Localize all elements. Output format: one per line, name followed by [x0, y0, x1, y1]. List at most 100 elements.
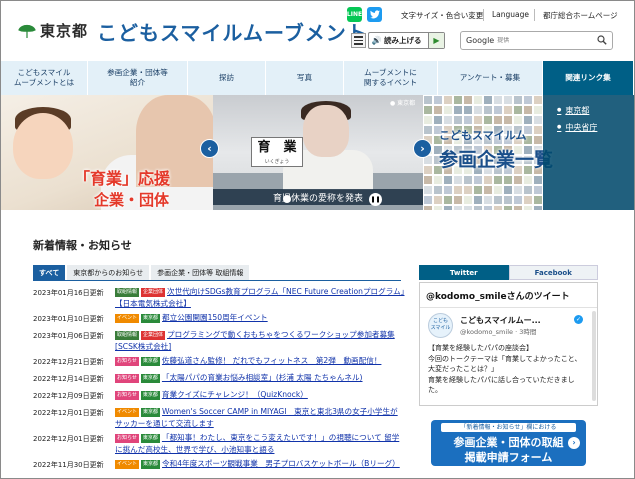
news-tabs: すべて 東京都からのお知らせ 参画企業・団体等 取組情報	[33, 265, 250, 280]
nav-item-label: 参画企業・団体等 紹介	[107, 68, 168, 87]
news-date: 2022年12月01日更新	[33, 409, 104, 417]
nameplate: 育 業 いくぎょう	[251, 137, 303, 167]
search-box: Google	[460, 31, 613, 50]
read-aloud-button[interactable]: 🔊 読み上げる ▶	[368, 32, 445, 49]
news-item: 2022年11月30日更新 イベント 東京都 令和4年度スポーツ観戦事業 男子プロバス…	[33, 458, 405, 470]
play-icon[interactable]: ▶	[428, 33, 444, 48]
carousel-pause-button[interactable]: ❚❚	[369, 193, 382, 206]
category-badge: 取組情報	[115, 288, 140, 297]
application-form-banner[interactable]: 「新着情報・お知らせ」欄における 参画企業・団体の取組 掲載申請フォーム ›	[431, 420, 586, 466]
category-badge: 企業団体	[141, 288, 166, 297]
baby-figure	[13, 113, 73, 179]
related-link-tokyo[interactable]: 東京都	[557, 105, 589, 116]
news-date: 2022年12月21日更新	[33, 358, 104, 366]
category-badge: 東京都	[140, 391, 160, 400]
menu-icon[interactable]	[351, 33, 366, 48]
tab-facebook[interactable]: Facebook	[508, 265, 598, 280]
category-badge: 東京都	[141, 314, 161, 323]
search-input[interactable]	[497, 37, 598, 44]
news-body: お知らせ 東京都 「都知事！わたし、東京をこう変えたいです！」の視聴について 留学に…	[115, 432, 405, 456]
twitter-icon[interactable]	[367, 7, 382, 22]
chevron-right-icon: ›	[568, 437, 580, 449]
global-nav: こどもスマイル ムーブメントとは 参画企業・団体等 紹介 探訪 写真 ムーブメン…	[1, 61, 634, 95]
news-link[interactable]: 都立公園開園150周年イベント	[162, 313, 268, 322]
speaker-icon: 🔊	[371, 36, 382, 45]
nav-item-survey[interactable]: アンケート・募集	[438, 61, 543, 95]
tab-twitter[interactable]: Twitter	[419, 265, 509, 280]
news-date: 2022年12月01日更新	[33, 435, 104, 443]
related-link-ministries[interactable]: 中央省庁	[557, 122, 597, 133]
nav-item-related-links[interactable]: 関連リンク集	[543, 61, 634, 95]
carousel-dot[interactable]	[283, 195, 291, 203]
news-heading: 新着情報・お知らせ	[33, 239, 132, 252]
category-badge: イベント	[115, 408, 140, 417]
category-badge: 東京都	[140, 434, 160, 443]
carousel-next-button[interactable]: ›	[413, 139, 432, 158]
line-icon[interactable]: LINE	[347, 7, 362, 22]
nameplate-sub: いくぎょう	[264, 159, 290, 165]
tab-partner-activities[interactable]: 参画企業・団体等 取組情報	[151, 265, 250, 280]
nav-item-events[interactable]: ムーブメントに 関するイベント	[344, 61, 438, 95]
nav-item-visit[interactable]: 探訪	[188, 61, 266, 95]
banner-line2: 掲載申請フォーム	[464, 451, 553, 464]
news-date: 2023年01月06日更新	[33, 332, 104, 340]
timeline-header: @kodomo_smileさんのツイート	[426, 292, 570, 302]
nav-item-about[interactable]: こどもスマイル ムーブメントとは	[1, 61, 88, 95]
news-link[interactable]: 佐藤弘道さん監修！ だれでもフィットネス 第2弾 動画配信！	[162, 356, 382, 365]
tab-all[interactable]: すべて	[33, 265, 66, 280]
language-link[interactable]: Language	[492, 10, 529, 19]
news-link[interactable]: 「太陽パパの育業お悩み相談室」(杉浦 太陽 たちゃんネル)	[162, 373, 363, 382]
avatar[interactable]: こども スマイル	[428, 313, 453, 338]
tokyo-badge: ● 東京都	[390, 100, 416, 107]
news-date: 2023年01月16日更新	[33, 289, 104, 297]
nameplate-main: 育 業	[257, 140, 297, 155]
news-body: 取組情報 企業団体 プログラミングで動くおもちゃをつくるワークショップ参加者募集[S…	[115, 329, 405, 353]
news-item: 2022年12月01日更新 イベント 東京都 Women's Soccer CAMP …	[33, 406, 405, 430]
site-title[interactable]: こどもスマイルムーブメント	[97, 17, 368, 46]
tokyo-homepage-link[interactable]: 都庁総合ホームページ	[543, 10, 618, 21]
account-name[interactable]: こどもスマイルムー...	[460, 315, 541, 326]
nav-item-label: 探訪	[218, 73, 235, 83]
slide-caption[interactable]: 育児休業の愛称を発表	[213, 189, 423, 205]
scrollbar[interactable]	[592, 311, 596, 401]
nav-item-label: 関連リンク集	[565, 73, 611, 83]
account-handle[interactable]: @kodomo_smile · 3時間	[460, 326, 536, 336]
tab-tokyo-notices[interactable]: 東京都からのお知らせ	[67, 265, 150, 280]
category-badge: イベント	[115, 460, 140, 469]
tweet-text: 【育業を経験したパパの座談会】 今回のトークテーマは「育業してよかったこと、大変…	[428, 344, 582, 394]
news-item: 2023年01月10日更新 イベント 東京都 都立公園開園150周年イベント	[33, 312, 405, 324]
news-date: 2022年11月30日更新	[33, 461, 104, 469]
nav-item-photos[interactable]: 写真	[266, 61, 344, 95]
news-item: 2023年01月16日更新 取組情報 企業団体 次世代向けSDGs教育プログラム「NE…	[33, 286, 405, 310]
category-badge: お知らせ	[115, 391, 139, 400]
news-item: 2022年12月01日更新 お知らせ 東京都 「都知事！わたし、東京をこう変えたいです…	[33, 432, 405, 456]
category-badge: お知らせ	[115, 374, 139, 383]
news-body: イベント 東京都 令和4年度スポーツ観戦事業 男子プロバスケットボール（Bリーグ）	[115, 458, 405, 470]
hero-carousel: 「育業」応援 企業・団体 育 業 いくぎょう ● 東京都 育児休業の愛称を発表 …	[1, 95, 634, 210]
ginkgo-leaf-icon	[18, 24, 36, 38]
news-item: 2022年12月09日更新 お知らせ 東京都 育業クイズにチャレンジ！（QuizKno…	[33, 389, 405, 401]
nav-item-label: こどもスマイル ムーブメントとは	[13, 68, 75, 87]
category-badge: 東京都	[140, 357, 160, 366]
news-item: 2022年12月14日更新 お知らせ 東京都 「太陽パパの育業お悩み相談室」(杉浦 太…	[33, 372, 405, 384]
search-icon[interactable]	[597, 35, 607, 45]
twitter-timeline: @kodomo_smileさんのツイート こども スマイル こどもスマイルムー.…	[419, 282, 598, 406]
slide-caption-line2: 企業・団体	[94, 191, 170, 209]
slide3-caption-line2: 参画企業一覧	[439, 149, 554, 171]
news-body: イベント 東京都 Women's Soccer CAMP in MIYAGI 東京と…	[115, 406, 405, 430]
nav-item-partners[interactable]: 参画企業・団体等 紹介	[88, 61, 188, 95]
news-link[interactable]: 育業クイズにチャレンジ！（QuizKnock）	[162, 390, 308, 399]
divider	[534, 9, 535, 21]
font-size-color-link[interactable]: 文字サイズ・色合い変更	[401, 10, 483, 21]
news-link[interactable]: 令和4年度スポーツ観戦事業 男子プロバスケットボール（Bリーグ）	[162, 459, 400, 468]
news-body: お知らせ 東京都 佐藤弘道さん監修！ だれでもフィットネス 第2弾 動画配信！	[115, 355, 405, 367]
carousel-prev-button[interactable]: ‹	[200, 139, 219, 158]
category-badge: 東京都	[140, 374, 160, 383]
news-body: イベント 東京都 都立公園開園150周年イベント	[115, 312, 405, 324]
category-badge: 取組情報	[115, 331, 140, 340]
nav-item-label: ムーブメントに 関するイベント	[363, 68, 418, 87]
google-label: Google	[466, 36, 495, 45]
news-date: 2023年01月10日更新	[33, 315, 104, 323]
tokyo-logo[interactable]: 東京都	[17, 20, 88, 41]
news-body: お知らせ 東京都 「太陽パパの育業お悩み相談室」(杉浦 太陽 たちゃんネル)	[115, 372, 405, 384]
